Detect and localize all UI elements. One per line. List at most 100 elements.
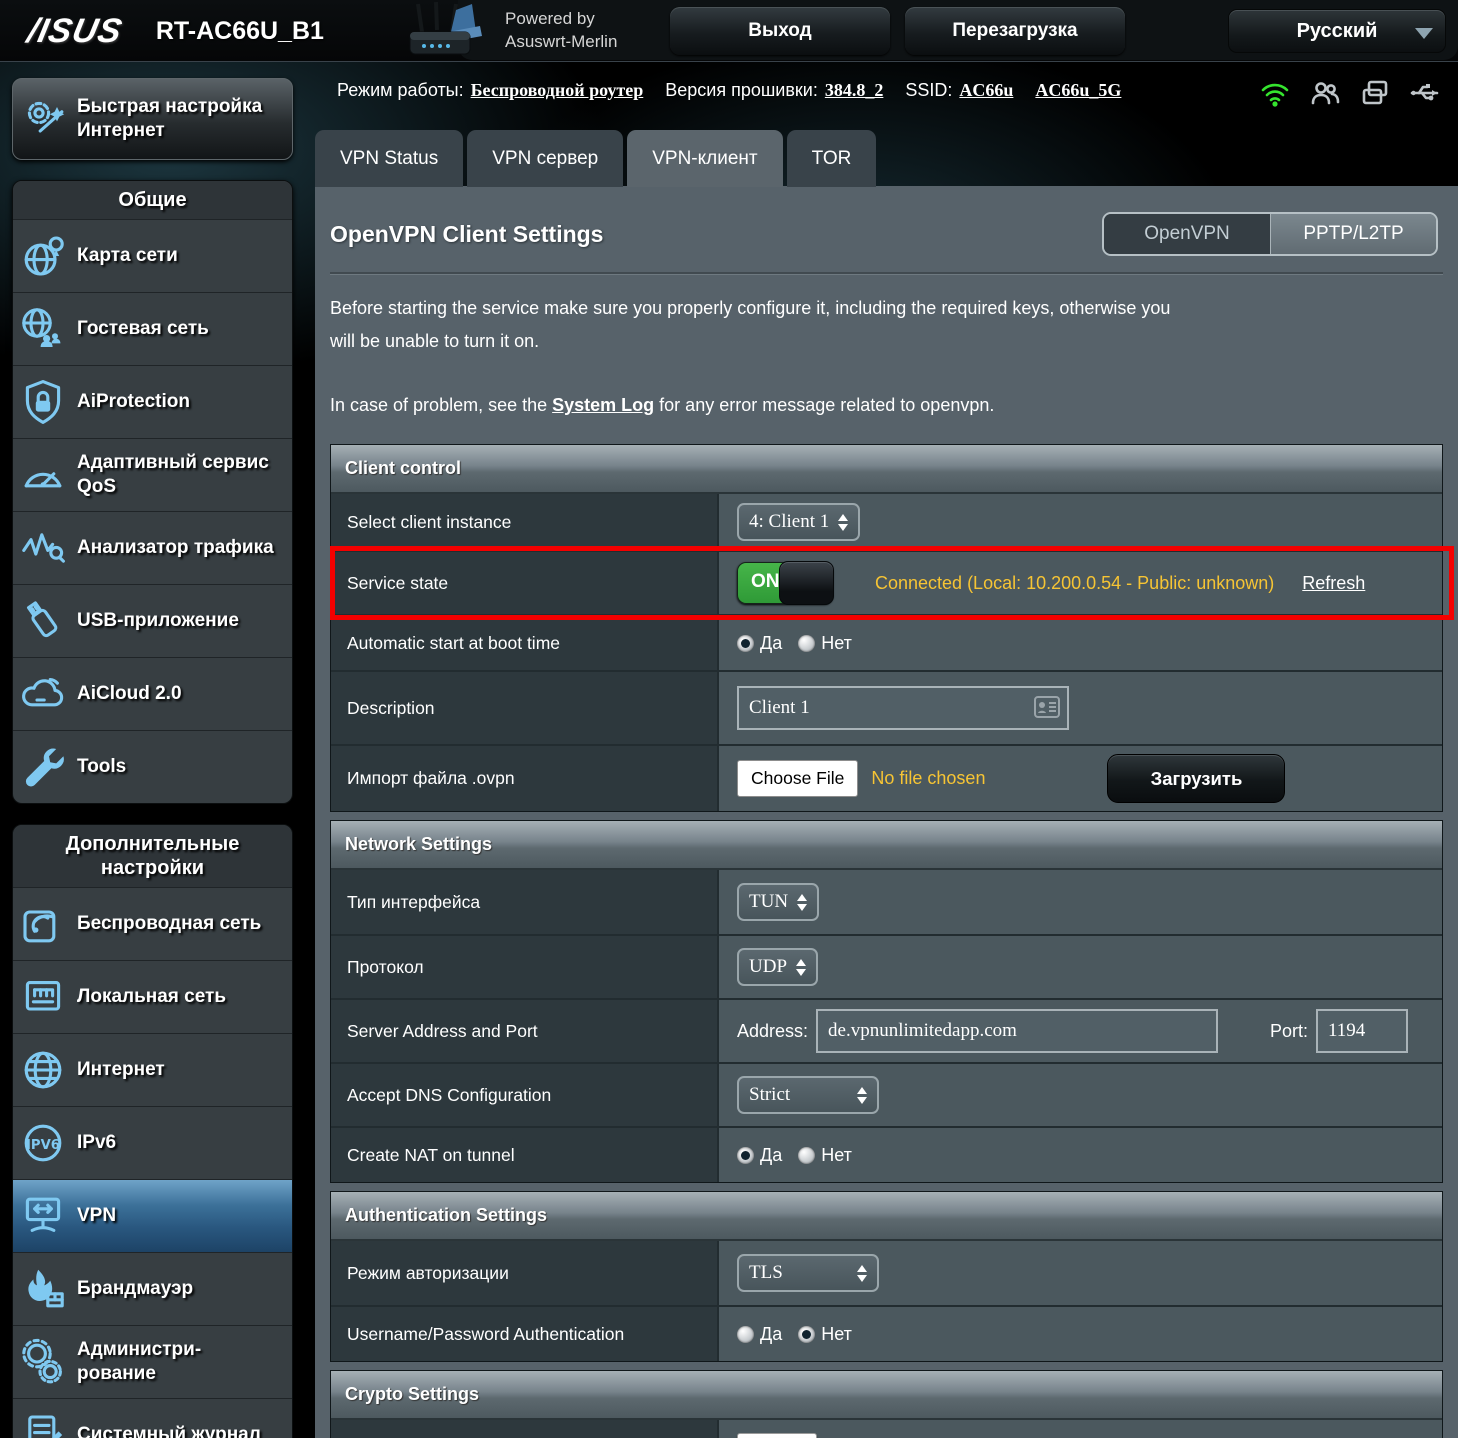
auth-mode-select[interactable]: TLS xyxy=(737,1254,879,1292)
intro-text-2: In case of problem, see the System Log f… xyxy=(330,389,1190,422)
sidebar-item-label: Tools xyxy=(77,755,126,779)
reboot-button[interactable]: Перезагрузка xyxy=(905,7,1125,55)
sidebar-item-label: VPN xyxy=(77,1204,116,1228)
row-import-ovpn: Импорт файла .ovpn Choose File No file c… xyxy=(331,744,1442,811)
userpass-yes-radio[interactable]: Да xyxy=(737,1324,782,1345)
userpass-no-radio[interactable]: Нет xyxy=(798,1324,852,1345)
select-value: Strict xyxy=(749,1084,790,1106)
row-label: Automatic start at boot time xyxy=(331,616,719,670)
status-line: Режим работы: Беспроводной роутер Версия… xyxy=(337,80,1121,101)
sidebar-item-label: Администри- рование xyxy=(77,1338,201,1386)
ssid-24-link[interactable]: AC66u xyxy=(959,80,1013,101)
sidebar-item-guest-network[interactable]: Гостевая сеть xyxy=(13,292,292,365)
sidebar-item-syslog[interactable]: Системный журнал xyxy=(13,1398,292,1438)
lan-icon xyxy=(19,973,67,1021)
select-arrows-icon xyxy=(857,1265,867,1282)
vpn-tabs: VPN Status VPN сервер VPN-клиент TOR xyxy=(315,130,876,187)
tab-vpn-server[interactable]: VPN сервер xyxy=(467,130,623,187)
sidebar-item-label: AiCloud 2.0 xyxy=(77,682,182,706)
row-label: Импорт файла .ovpn xyxy=(331,746,719,811)
nat-yes-radio[interactable]: Да xyxy=(737,1145,782,1166)
openvpn-toggle-button[interactable]: OpenVPN xyxy=(1104,214,1270,254)
sidebar-item-firewall[interactable]: Брандмауэр xyxy=(13,1252,292,1325)
nat-no-radio[interactable]: Нет xyxy=(798,1145,852,1166)
select-value: TUN xyxy=(749,891,788,913)
section-header-authentication: Authentication Settings xyxy=(331,1192,1442,1241)
sidebar-item-qos[interactable]: Адаптивный сервис QoS xyxy=(13,438,292,511)
client-instance-select[interactable]: 4: Client 1 xyxy=(737,503,860,541)
auto-start-no-radio[interactable]: Нет xyxy=(798,633,852,654)
upload-button[interactable]: Загрузить xyxy=(1107,754,1285,803)
dns-configuration-select[interactable]: Strict xyxy=(737,1076,879,1114)
content-panel: OpenVPN Client Settings OpenVPN PPTP/L2T… xyxy=(315,186,1458,1438)
pptp-l2tp-toggle-button[interactable]: PPTP/L2TP xyxy=(1270,214,1436,254)
radio-icon xyxy=(798,1147,815,1164)
row-service-state: Service state ON Connected (Local: 10.20… xyxy=(331,550,1442,614)
system-log-link[interactable]: System Log xyxy=(552,395,654,415)
tab-vpn-client[interactable]: VPN-клиент xyxy=(627,130,782,187)
sidebar-item-usb-app[interactable]: USB-приложение xyxy=(13,584,292,657)
divider xyxy=(330,272,1443,274)
row-userpass-auth: Username/Password Authentication Да Нет xyxy=(331,1305,1442,1361)
ssid-5g-link[interactable]: AC66u_5G xyxy=(1035,80,1121,101)
select-arrows-icon xyxy=(796,959,806,976)
firmware-value-link[interactable]: 384.8_2 xyxy=(825,80,884,101)
select-arrows-icon xyxy=(857,1087,867,1104)
tools-icon xyxy=(19,743,67,791)
mode-value-link[interactable]: Беспроводной роутер xyxy=(471,80,644,101)
sidebar-item-quick-setup[interactable]: Быстрая настройка Интернет xyxy=(12,78,293,160)
sidebar-item-aicloud[interactable]: AiCloud 2.0 xyxy=(13,657,292,730)
sidebar-item-vpn[interactable]: VPN xyxy=(13,1179,292,1252)
row-auto-start: Automatic start at boot time Да Нет xyxy=(331,614,1442,670)
refresh-link[interactable]: Refresh xyxy=(1302,573,1365,594)
usb-icon[interactable] xyxy=(1410,78,1440,108)
logout-button[interactable]: Выход xyxy=(670,7,890,55)
sidebar-item-label: IPv6 xyxy=(77,1131,116,1155)
protocol-select[interactable]: UDP xyxy=(737,948,818,986)
wifi-icon[interactable] xyxy=(1260,78,1290,108)
contact-card-icon xyxy=(1034,696,1060,718)
address-label: Address: xyxy=(737,1021,808,1042)
sidebar-item-wan[interactable]: Интернет xyxy=(13,1033,292,1106)
tab-vpn-status[interactable]: VPN Status xyxy=(315,130,463,187)
language-select[interactable]: Русский xyxy=(1228,9,1446,53)
asus-logo: /ISUS xyxy=(24,12,126,51)
auto-start-yes-radio[interactable]: Да xyxy=(737,633,782,654)
description-input[interactable] xyxy=(737,686,1069,730)
tab-tor[interactable]: TOR xyxy=(787,130,877,187)
network-map-icon xyxy=(19,232,67,280)
server-port-input[interactable] xyxy=(1316,1009,1408,1053)
sidebar-item-network-map[interactable]: Карта сети xyxy=(13,219,292,292)
network-settings-table: Network Settings Тип интерфейса TUN Прот… xyxy=(330,820,1443,1183)
row-label: Service state xyxy=(331,552,719,614)
select-arrows-icon xyxy=(838,514,848,531)
guest-network-icon xyxy=(19,305,67,353)
edit-keys-button[interactable]: Edit... xyxy=(737,1433,817,1438)
mode-label: Режим работы: xyxy=(337,80,464,101)
row-label: Username/Password Authentication xyxy=(331,1307,719,1361)
sidebar-item-traffic-analyzer[interactable]: Анализатор трафика xyxy=(13,511,292,584)
sidebar-item-wireless[interactable]: Беспроводная сеть xyxy=(13,887,292,960)
aiprotection-icon xyxy=(19,378,67,426)
service-state-toggle[interactable]: ON xyxy=(737,562,833,604)
choose-file-button[interactable]: Choose File xyxy=(737,760,858,797)
sidebar-item-label: Адаптивный сервис QoS xyxy=(77,451,286,499)
clients-icon[interactable] xyxy=(1310,78,1340,108)
quick-setup-icon xyxy=(21,95,69,143)
wireless-icon xyxy=(19,900,67,948)
row-label: Keys and Certificates xyxy=(331,1420,719,1438)
server-address-input[interactable] xyxy=(816,1009,1218,1053)
sidebar: Быстрая настройка Интернет ОбщиеКарта се… xyxy=(12,78,293,1438)
radio-icon xyxy=(737,1147,754,1164)
sidebar-item-ipv6[interactable]: IPV6IPv6 xyxy=(13,1106,292,1179)
language-value: Русский xyxy=(1297,20,1378,43)
devices-icon[interactable] xyxy=(1360,78,1390,108)
sidebar-item-lan[interactable]: Локальная сеть xyxy=(13,960,292,1033)
sidebar-item-label: Интернет xyxy=(77,1058,165,1082)
row-server-address-port: Server Address and Port Address: Port: xyxy=(331,998,1442,1062)
sidebar-item-aiprotection[interactable]: AiProtection xyxy=(13,365,292,438)
sidebar-item-tools[interactable]: Tools xyxy=(13,730,292,803)
interface-type-select[interactable]: TUN xyxy=(737,883,819,921)
sidebar-item-admin[interactable]: Администри- рование xyxy=(13,1325,292,1398)
row-label: Accept DNS Configuration xyxy=(331,1064,719,1126)
